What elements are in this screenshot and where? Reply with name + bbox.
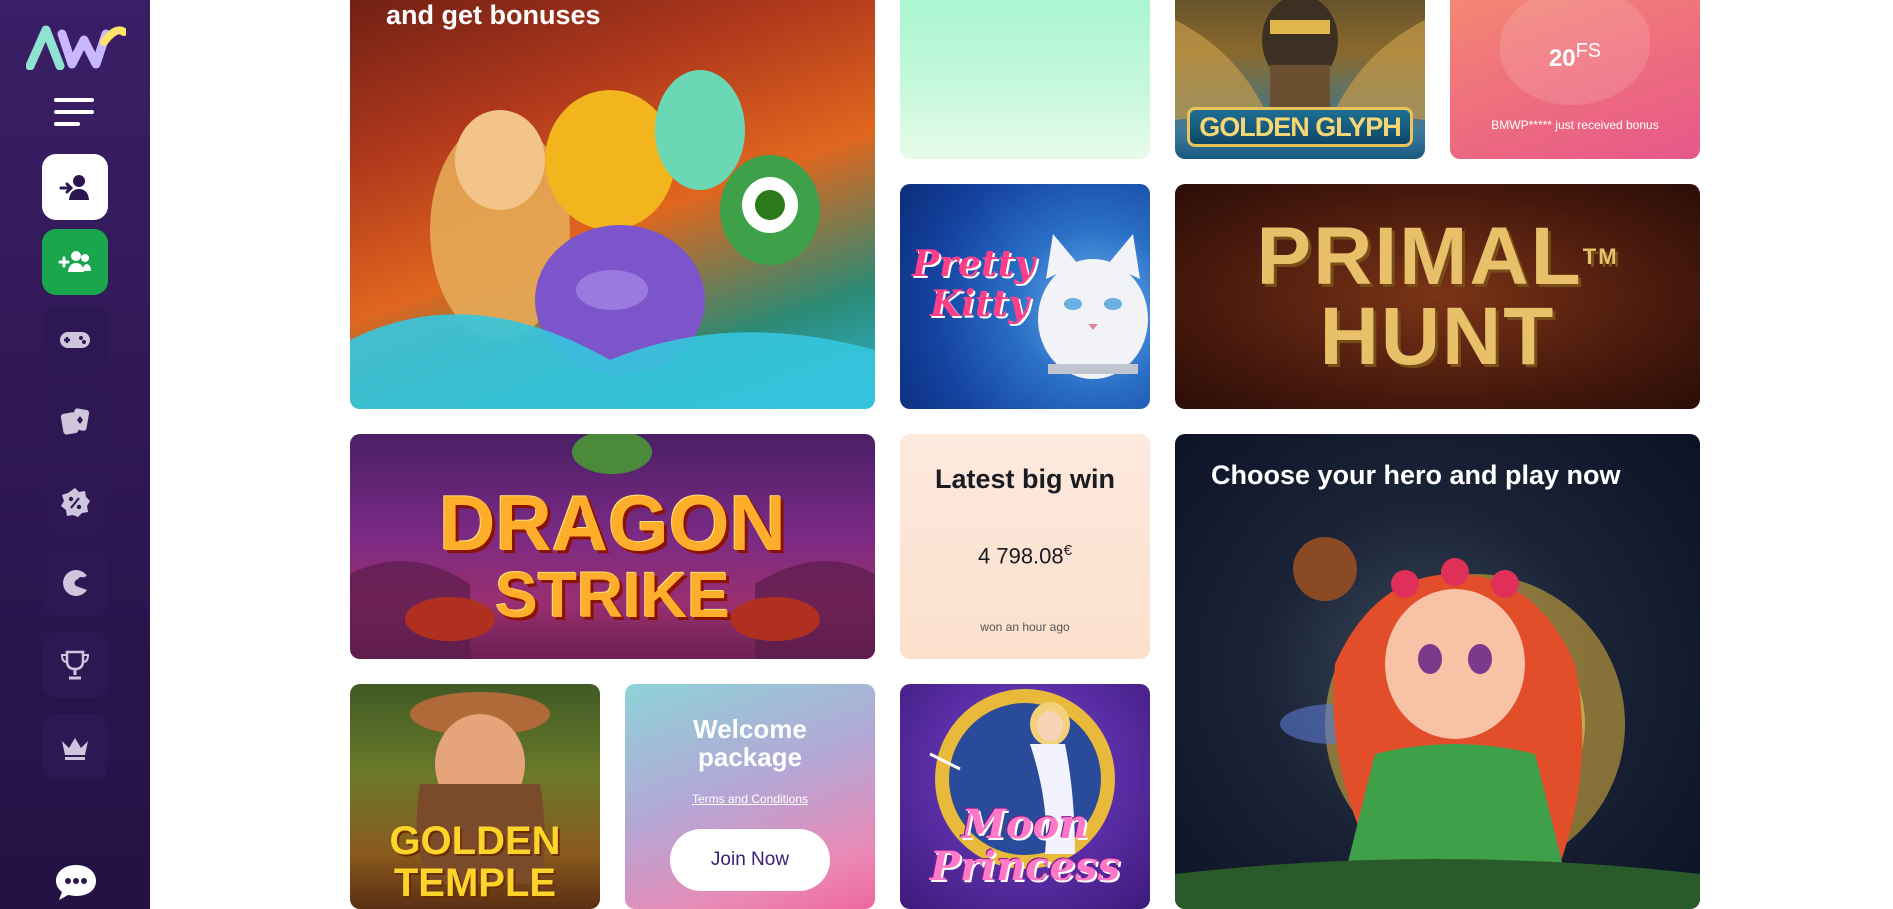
login-button[interactable] <box>42 154 108 220</box>
moon-princess-title: Moon Princess <box>929 801 1121 890</box>
welcome-package-tile: Welcome package Terms and Conditions Joi… <box>625 684 875 909</box>
register-button[interactable] <box>42 229 108 295</box>
choose-hero-tile[interactable]: Choose your hero and play now <box>1175 434 1700 909</box>
tournaments-button[interactable] <box>42 632 108 698</box>
forest-girl-illustration <box>1175 537 1700 909</box>
games-button[interactable] <box>42 306 108 372</box>
free-spins-amount: 20FS <box>1548 40 1602 72</box>
hamburger-icon <box>54 98 94 102</box>
card-games-button[interactable] <box>42 388 108 454</box>
dragon-strike-title-line1: DRAGON <box>439 479 786 567</box>
terms-and-conditions-link[interactable]: Terms and Conditions <box>625 792 875 806</box>
game-tile-golden-glyph[interactable]: GOLDEN GLYPH <box>1175 0 1425 159</box>
game-tile-pretty-kitty[interactable]: Pretty Kitty <box>900 184 1150 409</box>
pretty-kitty-title: Pretty Kitty <box>912 243 1036 325</box>
user-login-icon <box>59 175 89 200</box>
primal-hunt-title-line1: PRIMALTM <box>1256 211 1619 302</box>
welcome-package-title: Welcome package <box>693 714 807 772</box>
latest-big-win-tile: Latest big win 4 798.08€ won an hour ago <box>900 434 1150 659</box>
percent-badge-icon <box>61 488 90 517</box>
free-spins-feed-tile: 20FS BMWP***** just received bonus <box>1450 0 1700 159</box>
gamepad-icon <box>60 332 90 348</box>
game-tile-moon-princess[interactable]: Moon Princess <box>900 684 1150 909</box>
crown-icon <box>62 738 88 760</box>
promo-hero-banner[interactable]: and get bonuses <box>350 0 875 409</box>
game-tile-primal-hunt[interactable]: PRIMALTM HUNT <box>1175 184 1700 409</box>
choose-hero-title: Choose your hero and play now <box>1211 460 1621 490</box>
trophy-icon <box>60 650 90 680</box>
dragon-strike-title-line2: STRIKE <box>495 559 730 631</box>
menu-toggle-button[interactable] <box>54 98 94 126</box>
golden-temple-title: GOLDEN TEMPLE <box>389 819 561 905</box>
primal-hunt-title-line2: HUNT <box>1319 291 1556 382</box>
hero-banner-text: and get bonuses <box>386 0 601 30</box>
golden-glyph-title: GOLDEN GLYPH <box>1187 107 1413 147</box>
latest-win-time: won an hour ago <box>980 620 1070 634</box>
users-add-icon <box>58 251 91 272</box>
latest-win-amount: 4 798.08€ <box>978 542 1072 569</box>
cards-icon <box>60 408 90 435</box>
brand-logo[interactable] <box>26 22 126 70</box>
white-cat-illustration <box>1038 234 1148 379</box>
promotions-button[interactable] <box>42 470 108 536</box>
chat-bubble-icon[interactable] <box>54 862 98 902</box>
sidebar <box>0 0 150 909</box>
game-tile-dragon-strike[interactable]: DRAGON STRIKE <box>350 434 875 659</box>
pacman-icon <box>63 570 87 596</box>
promo-tile-gradient[interactable] <box>900 0 1150 159</box>
join-now-button[interactable]: Join Now <box>670 829 830 891</box>
vip-button[interactable] <box>42 714 108 780</box>
latest-win-title: Latest big win <box>934 464 1115 494</box>
heroes-illustration <box>350 70 875 409</box>
game-tile-golden-temple[interactable]: GOLDEN TEMPLE <box>350 684 600 909</box>
bonus-notification-text: BMWP***** just received bonus <box>1491 118 1659 132</box>
arcade-button[interactable] <box>42 550 108 616</box>
